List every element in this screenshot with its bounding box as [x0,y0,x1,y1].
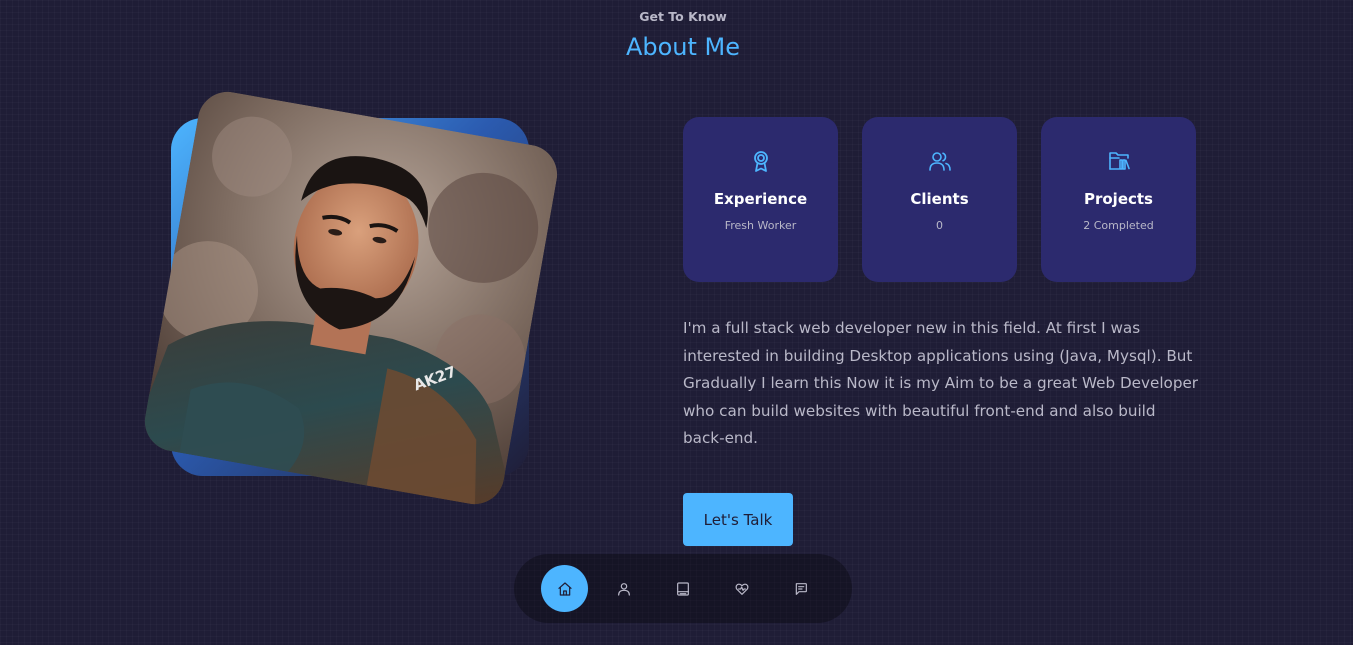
card-value: 2 Completed [1083,219,1154,232]
nav-home[interactable] [541,565,588,612]
nav-services[interactable] [718,565,765,612]
card-title: Clients [910,190,969,208]
bottom-nav [514,554,852,623]
award-icon [749,149,773,173]
card-title: Projects [1083,190,1153,208]
portrait: AK27 [140,87,562,509]
nav-about[interactable] [600,565,647,612]
card-experience: Experience Fresh Worker [683,117,838,282]
nav-contact[interactable] [777,565,824,612]
card-value: Fresh Worker [724,219,797,232]
card-title: Experience [713,190,808,208]
user-icon [616,581,632,597]
nav-experience[interactable] [659,565,706,612]
about-section: Get To Know About Me AK27 Experience Fre… [0,0,1353,645]
message-icon [793,581,809,597]
folder-library-icon [1107,149,1131,173]
services-icon [734,581,750,597]
home-icon [557,581,573,597]
card-projects: Projects 2 Completed [1041,117,1196,282]
card-clients: Clients 0 [862,117,1017,282]
stats-cards: Experience Fresh Worker Clients 0 Projec… [683,117,1196,282]
card-value: 0 [936,219,943,232]
lets-talk-button[interactable]: Let's Talk [683,493,793,546]
section-title: About Me [625,33,741,61]
section-subtitle: Get To Know [639,9,727,24]
book-icon [675,581,691,597]
portrait-photo: AK27 [140,87,562,509]
users-icon [928,149,952,173]
about-description: I'm a full stack web developer new in th… [683,319,1199,447]
